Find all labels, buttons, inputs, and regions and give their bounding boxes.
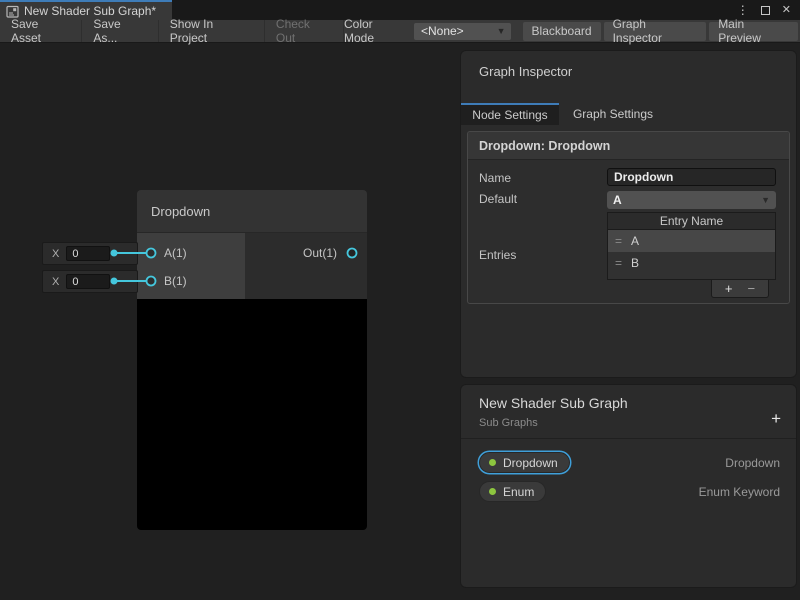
blackboard-subtitle: Sub Graphs xyxy=(479,417,796,429)
color-mode-label: Color Mode xyxy=(344,17,405,45)
add-entry-button[interactable]: + xyxy=(725,282,733,295)
port-value-widget-b: X 0 xyxy=(42,270,138,293)
remove-entry-button[interactable]: − xyxy=(748,282,756,295)
input-port-b[interactable]: B(1) xyxy=(137,267,245,295)
save-asset-button[interactable]: Save Asset xyxy=(0,20,82,42)
tab-node-settings[interactable]: Node Settings xyxy=(461,103,559,125)
check-out-button: Check Out xyxy=(265,20,344,42)
blackboard-row-dropdown: Dropdown Dropdown xyxy=(461,448,796,477)
entries-row: Entries Entry Name = A = B xyxy=(479,212,776,298)
dropdown-node[interactable]: Dropdown A(1) B(1) Out(1) xyxy=(137,190,367,530)
entry-row-b[interactable]: = B xyxy=(608,252,775,274)
default-dropdown[interactable]: A ▼ xyxy=(607,191,776,209)
subgraph-asset-icon xyxy=(6,5,19,18)
blackboard-header: New Shader Sub Graph Sub Graphs + xyxy=(461,385,796,439)
save-as-button[interactable]: Save As... xyxy=(82,20,158,42)
axis-label: X xyxy=(52,248,59,260)
property-type: Dropdown xyxy=(725,456,780,470)
color-mode-dropdown[interactable]: <None> ▼ xyxy=(414,23,511,40)
blackboard-row-enum: Enum Enum Keyword xyxy=(461,477,796,506)
node-input-column: A(1) B(1) xyxy=(137,233,245,299)
chevron-down-icon: ▼ xyxy=(761,195,770,205)
name-row: Name Dropdown xyxy=(479,168,776,186)
close-icon[interactable]: ✕ xyxy=(782,5,791,16)
section-title: Dropdown: Dropdown xyxy=(468,132,789,160)
axis-label: X xyxy=(52,276,59,288)
port-value-widget-a: X 0 xyxy=(42,242,138,265)
entry-name: B xyxy=(631,256,639,270)
value-field-b[interactable]: 0 xyxy=(66,274,110,289)
inspector-title: Graph Inspector xyxy=(461,51,796,79)
entries-list-header: Entry Name xyxy=(607,212,776,230)
node-preview xyxy=(137,299,367,530)
keyword-dot-icon xyxy=(489,488,496,495)
inspector-tabs: Node Settings Graph Settings xyxy=(461,103,796,125)
property-pill-enum[interactable]: Enum xyxy=(479,481,546,502)
property-type: Enum Keyword xyxy=(699,485,780,499)
tab-graph-settings[interactable]: Graph Settings xyxy=(559,103,667,125)
entries-list: = A = B xyxy=(607,230,776,280)
input-port-a[interactable]: A(1) xyxy=(137,239,245,267)
section-body: Name Dropdown Default A ▼ Entries xyxy=(468,160,789,298)
main-preview-toggle-button[interactable]: Main Preview xyxy=(709,22,798,41)
name-label: Name xyxy=(479,168,607,186)
default-label: Default xyxy=(479,189,607,209)
graph-toolbar: Save Asset Save As... Show In Project Ch… xyxy=(0,20,800,43)
output-port-out[interactable]: Out(1) xyxy=(245,239,367,267)
graph-inspector-toggle-button[interactable]: Graph Inspector xyxy=(604,22,707,41)
name-input[interactable]: Dropdown xyxy=(607,168,776,186)
drag-handle-icon[interactable]: = xyxy=(615,234,622,248)
color-mode-value: <None> xyxy=(421,24,464,38)
property-pill-dropdown[interactable]: Dropdown xyxy=(479,452,570,473)
document-tab-title: New Shader Sub Graph* xyxy=(24,4,156,18)
show-in-project-button[interactable]: Show In Project xyxy=(159,20,265,42)
node-output-column: Out(1) xyxy=(245,233,367,299)
entries-list-footer: + − xyxy=(711,280,769,298)
blackboard-panel: New Shader Sub Graph Sub Graphs + Dropdo… xyxy=(460,384,797,588)
blackboard-toggle-button[interactable]: Blackboard xyxy=(523,22,601,41)
entries-label: Entries xyxy=(479,248,607,262)
chevron-down-icon: ▼ xyxy=(497,26,506,36)
toolbar-right-group: Color Mode <None> ▼ Blackboard Graph Ins… xyxy=(344,20,800,42)
dropdown-settings-section: Dropdown: Dropdown Name Dropdown Default… xyxy=(467,131,790,304)
default-dropdown-value: A xyxy=(613,193,622,207)
keyword-dot-icon xyxy=(489,459,496,466)
entry-name: A xyxy=(631,234,639,248)
default-row: Default A ▼ xyxy=(479,189,776,209)
property-name: Dropdown xyxy=(503,456,558,470)
entry-row-a[interactable]: = A xyxy=(608,230,775,252)
blackboard-rows: Dropdown Dropdown Enum Enum Keyword xyxy=(461,439,796,506)
window-menu-icon[interactable]: ⋮ xyxy=(737,4,749,16)
drag-handle-icon[interactable]: = xyxy=(615,256,622,270)
maximize-icon[interactable] xyxy=(761,6,770,15)
value-field-a[interactable]: 0 xyxy=(66,246,110,261)
node-title[interactable]: Dropdown xyxy=(137,190,367,233)
blackboard-title: New Shader Sub Graph xyxy=(479,395,796,411)
shader-graph-window: New Shader Sub Graph* ⋮ ✕ Save Asset Sav… xyxy=(0,0,800,600)
add-property-button[interactable]: + xyxy=(771,410,781,427)
node-port-area: A(1) B(1) Out(1) xyxy=(137,233,367,299)
graph-inspector-panel: Graph Inspector Node Settings Graph Sett… xyxy=(460,50,797,378)
property-name: Enum xyxy=(503,485,534,499)
